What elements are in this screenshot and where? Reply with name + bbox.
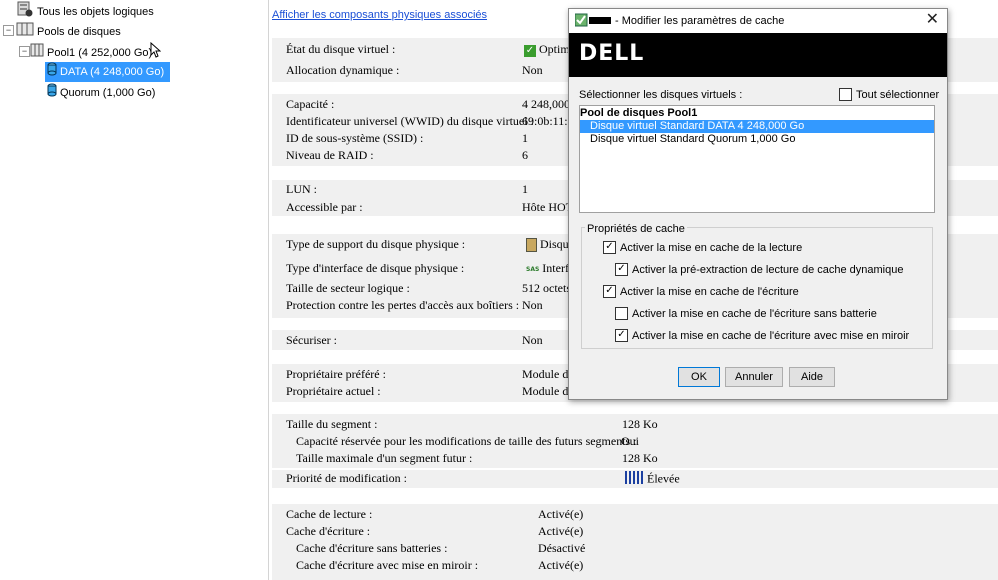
prop-value: Module de <box>522 384 574 398</box>
select-disks-label: Sélectionner les disques virtuels : <box>579 89 743 101</box>
read-cache-checkbox[interactable]: ✓ Activer la mise en cache de la lecture <box>603 240 802 255</box>
prop-label: Accessible par : <box>286 200 363 214</box>
list-item[interactable]: Disque virtuel Standard Quorum 1,000 Go <box>580 133 934 146</box>
virtual-disk-icon <box>47 83 57 103</box>
prop-label: Sécuriser : <box>286 333 337 347</box>
virtual-disk-icon <box>47 62 57 82</box>
write-cache-no-battery-checkbox[interactable]: Activer la mise en cache de l'écriture s… <box>615 306 877 321</box>
group-title: Propriétés de cache <box>585 223 687 235</box>
prop-value: Disqu <box>526 237 569 253</box>
write-cache-mirroring-checkbox[interactable]: ✓ Activer la mise en cache de l'écriture … <box>615 328 909 343</box>
tree-label-pools: Pools de disques <box>37 25 121 38</box>
prop-value: 512 octets <box>522 281 571 295</box>
prop-value: Module de <box>522 367 574 381</box>
prop-label: Allocation dynamique : <box>286 63 400 77</box>
panel-splitter[interactable] <box>268 0 269 580</box>
prop-label: Capacité : <box>286 97 335 111</box>
cache-settings-dialog: - Modifier les paramètres de cache ✕ DEL… <box>568 8 948 400</box>
tree-item-pool1[interactable]: Pool1 (4 252,000 Go) <box>30 41 162 60</box>
dialog-title: - Modifier les paramètres de cache <box>615 15 785 27</box>
prop-label: Propriétaire actuel : <box>286 384 381 398</box>
prop-label: Capacité réservée pour les modifications… <box>296 434 637 448</box>
checkbox-icon <box>615 306 628 320</box>
collapse-pool1-icon[interactable]: − <box>19 46 30 57</box>
prop-label: Niveau de RAID : <box>286 148 374 162</box>
show-physical-components-link[interactable]: Afficher les composants physiques associ… <box>272 9 487 21</box>
prop-value: ✓ Optim <box>524 42 570 57</box>
prop-label: Cache d'écriture avec mise en miroir : <box>296 558 479 572</box>
checkbox-icon <box>839 87 852 101</box>
dell-logo: DELL <box>579 41 645 66</box>
virtual-disk-list[interactable]: Pool de disques Pool1 Disque virtuel Sta… <box>579 105 935 213</box>
logical-objects-icon <box>16 1 34 23</box>
prop-value: 128 Ko <box>622 417 658 431</box>
checkbox-checked-icon: ✓ <box>603 284 616 298</box>
prop-label: Taille maximale d'un segment futur : <box>296 451 473 465</box>
prop-value: Non <box>522 63 543 77</box>
prop-label: Type de support du disque physique : <box>286 237 466 251</box>
list-group-header: Pool de disques Pool1 <box>580 107 698 119</box>
prop-value: Oui <box>621 434 639 448</box>
prop-value: Hôte HOT <box>522 200 573 214</box>
prop-value: Non <box>522 298 543 312</box>
prop-value: 1 <box>522 131 528 145</box>
prop-value: 6 <box>522 148 528 162</box>
tree-item-data[interactable]: DATA (4 248,000 Go) <box>45 62 170 82</box>
prop-value: Activé(e) <box>538 558 584 572</box>
tree-label-quorum: Quorum (1,000 Go) <box>60 86 156 99</box>
prop-value: 1 <box>522 182 528 196</box>
disk-pool-icon <box>30 42 44 64</box>
ok-button[interactable]: OK <box>678 367 720 387</box>
dell-banner: DELL <box>569 33 947 77</box>
tree-item-quorum[interactable]: Quorum (1,000 Go) <box>45 83 155 101</box>
checkbox-checked-icon: ✓ <box>603 240 616 254</box>
prop-label: Taille de secteur logique : <box>286 281 410 295</box>
dynamic-prefetch-checkbox[interactable]: ✓ Activer la pré-extraction de lecture de… <box>615 262 903 277</box>
prop-value: Désactivé <box>538 541 586 555</box>
tree-item-all-objects[interactable]: Tous les objets logiques <box>16 1 154 19</box>
checkbox-checked-icon: ✓ <box>615 262 628 276</box>
prop-label: Cache de lecture : <box>286 507 373 521</box>
tree-label-data: DATA (4 248,000 Go) <box>60 65 165 78</box>
sas-icon: SAS <box>526 265 540 273</box>
cancel-button[interactable]: Annuler <box>725 367 783 387</box>
prop-label: Cache d'écriture sans batteries : <box>296 541 448 555</box>
prop-label: Priorité de modification : <box>286 471 407 485</box>
prop-value: SAS Interf <box>526 261 569 275</box>
hard-disk-icon <box>526 238 537 253</box>
dialog-titlebar[interactable]: - Modifier les paramètres de cache ✕ <box>569 9 947 33</box>
prop-label: Identificateur universel (WWID) du disqu… <box>286 114 534 128</box>
list-item[interactable]: Disque virtuel Standard DATA 4 248,000 G… <box>580 120 934 133</box>
logical-tree: Tous les objets logiques − Pools de disq… <box>0 0 268 580</box>
select-all-checkbox[interactable]: Tout sélectionner <box>839 87 939 102</box>
app-icon <box>574 13 613 32</box>
prop-value: Activé(e) <box>538 524 584 538</box>
prop-label: LUN : <box>286 182 317 196</box>
tree-label-pool1: Pool1 (4 252,000 Go) <box>47 46 153 59</box>
prop-label: État du disque virtuel : <box>286 42 396 56</box>
prop-label: ID de sous-système (SSID) : <box>286 131 424 145</box>
mouse-cursor-icon <box>149 41 162 64</box>
prop-value: Élevée <box>625 471 680 488</box>
write-cache-checkbox[interactable]: ✓ Activer la mise en cache de l'écriture <box>603 284 799 299</box>
disk-pool-icon <box>16 21 34 43</box>
close-icon[interactable]: ✕ <box>926 12 939 28</box>
check-status-icon: ✓ <box>524 45 536 57</box>
priority-level-icon <box>625 471 643 488</box>
prop-value: 69:0b:11:c <box>522 114 573 128</box>
help-button[interactable]: Aide <box>789 367 835 387</box>
collapse-pools-icon[interactable]: − <box>3 25 14 36</box>
prop-value: Non <box>522 333 543 347</box>
prop-value: 4 248,000 <box>522 97 570 111</box>
tree-item-pools[interactable]: Pools de disques <box>16 21 121 39</box>
prop-label: Protection contre les pertes d'accès aux… <box>286 298 520 312</box>
prop-label: Type d'interface de disque physique : <box>286 261 465 275</box>
prop-label: Taille du segment : <box>286 417 378 431</box>
prop-label: Propriétaire préféré : <box>286 367 386 381</box>
checkbox-checked-icon: ✓ <box>615 328 628 342</box>
prop-value: 128 Ko <box>622 451 658 465</box>
prop-label: Cache d'écriture : <box>286 524 371 538</box>
prop-value: Activé(e) <box>538 507 584 521</box>
tree-label-all-objects: Tous les objets logiques <box>37 5 154 18</box>
